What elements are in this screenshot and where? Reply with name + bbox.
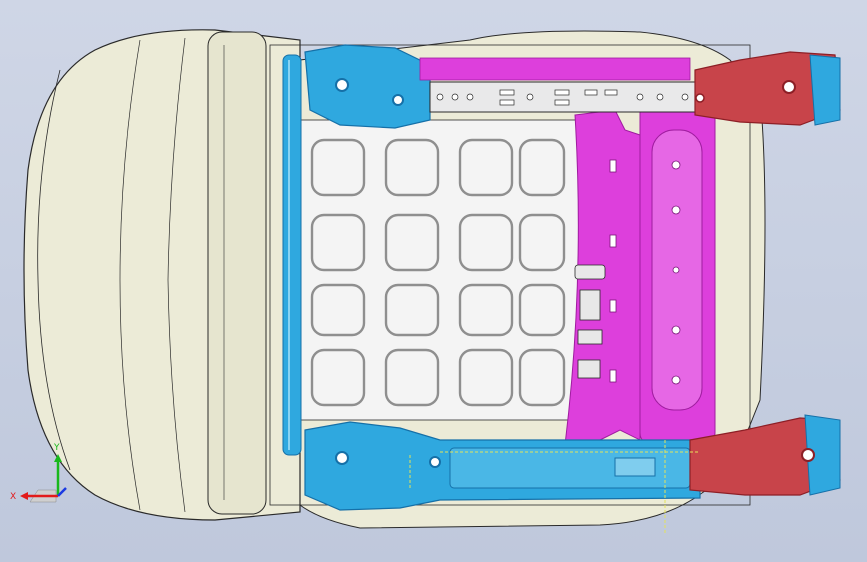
rear-bracket-upper-pin[interactable] [695,93,705,103]
x-axis-label: X [10,492,16,502]
right-rail-bolt[interactable] [335,451,349,465]
right-rail-slot [614,457,656,477]
y-axis-head [54,454,62,462]
rear-bracket-upper-bolt[interactable] [782,80,796,94]
magenta-strap-top [419,57,691,81]
left-rail-bolt-2[interactable] [392,94,404,106]
rear-bracket-lower-bolt[interactable] [801,448,815,462]
right-rail-bolt-2[interactable] [429,456,441,468]
seat-assembly-model[interactable] [0,0,867,562]
y-axis-label: Y [53,443,60,453]
axis-triad: X Y [10,443,67,503]
cad-viewport[interactable]: X Y [0,0,867,562]
x-axis-head [20,492,28,500]
left-rail-bolt[interactable] [335,78,349,92]
front-cross-tube[interactable] [282,54,302,456]
rear-bracket-upper-frame [809,54,841,126]
left-slide-rail[interactable] [304,44,431,129]
front-bolster[interactable] [207,31,267,515]
